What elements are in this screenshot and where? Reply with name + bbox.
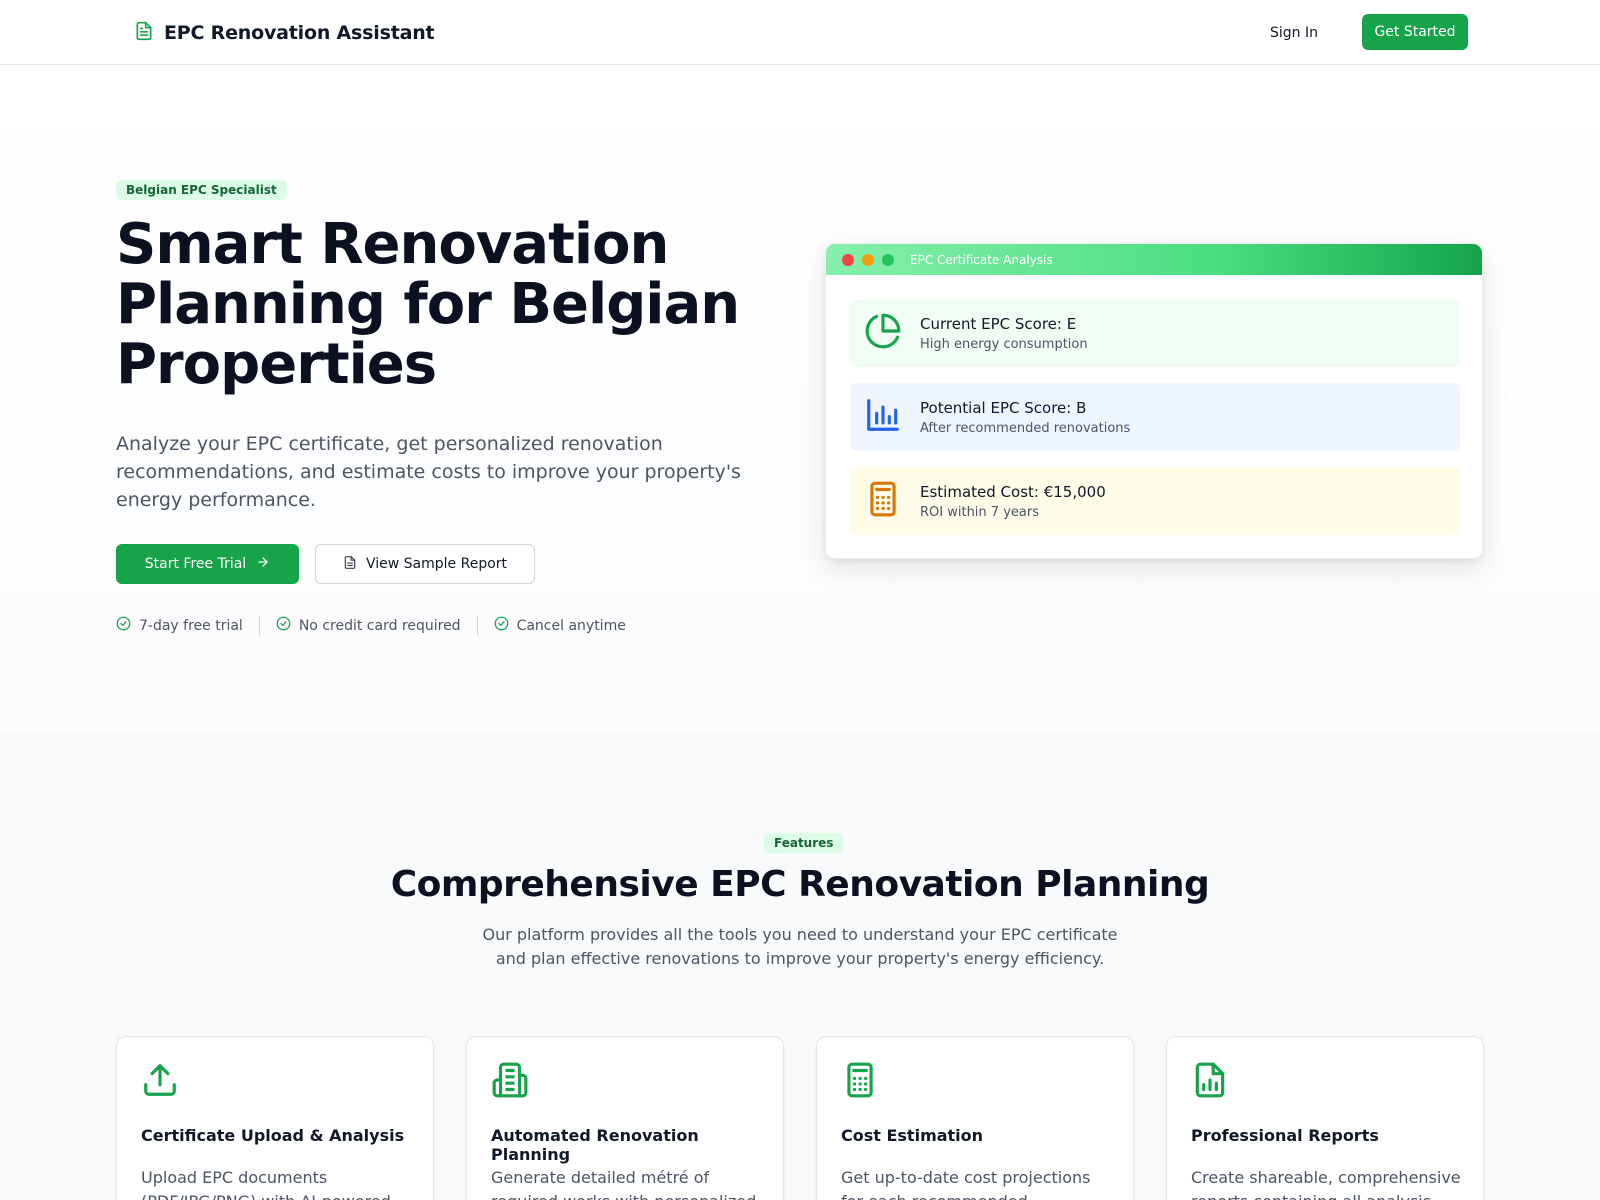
trial-benefits: 7-day free trial No credit card required… (116, 616, 642, 635)
report-icon (1191, 1061, 1229, 1103)
feature-title: Certificate Upload & Analysis (141, 1126, 405, 1145)
feature-card-upload[interactable]: Certificate Upload & Analysis Upload EPC… (116, 1036, 434, 1200)
view-sample-report-label: View Sample Report (365, 556, 508, 572)
benefit-item: Cancel anytime (476, 616, 642, 635)
feature-title: Professional Reports (1191, 1126, 1379, 1145)
start-free-trial-button[interactable]: Start Free Trial (116, 544, 299, 584)
benefit-item: No credit card required (258, 616, 477, 635)
bar-chart-icon (864, 396, 902, 438)
get-started-button[interactable]: Get Started (1362, 14, 1468, 50)
hero-section: Belgian EPC Specialist Smart Renovation … (0, 65, 1600, 732)
features-title: Comprehensive EPC Renovation Planning (390, 864, 1210, 905)
row-text: Estimated Cost: €15,000 ROI within 7 yea… (920, 483, 1106, 520)
pie-chart-icon (864, 312, 902, 354)
row-subtitle: After recommended renovations (920, 420, 1131, 436)
row-text: Current EPC Score: E High energy consump… (920, 315, 1088, 352)
document-icon (134, 19, 154, 47)
building-icon (491, 1061, 529, 1103)
hero-title: Smart Renovation Planning for Belgian Pr… (116, 212, 740, 397)
brand-title: EPC Renovation Assistant (164, 22, 435, 44)
feature-description: Upload EPC documents (PDF/JPG/PNG) with … (141, 1168, 391, 1200)
arrow-right-icon (256, 555, 270, 573)
window-dot-red (842, 253, 854, 266)
features-subtitle: Our platform provides all the tools you … (482, 925, 1118, 968)
upload-icon (141, 1061, 179, 1103)
benefit-label: Cancel anytime (516, 617, 626, 634)
check-circle-icon (116, 616, 131, 635)
feature-title: Automated Renovation Planning (491, 1126, 699, 1164)
estimated-cost-row: Estimated Cost: €15,000 ROI within 7 yea… (850, 467, 1460, 535)
current-score-row: Current EPC Score: E High energy consump… (850, 299, 1460, 367)
check-circle-icon (276, 616, 291, 635)
sign-in-button[interactable]: Sign In (1270, 21, 1318, 45)
feature-description: Get up-to-date cost projections for each… (841, 1168, 1091, 1200)
row-subtitle: ROI within 7 years (920, 504, 1039, 520)
window-dot-yellow (862, 253, 874, 266)
calculator-icon (841, 1061, 879, 1103)
feature-card-planning[interactable]: Automated Renovation Planning Generate d… (466, 1036, 784, 1200)
row-title: Estimated Cost: €15,000 (920, 482, 1106, 501)
benefit-label: No credit card required (298, 617, 461, 634)
card-title: EPC Certificate Analysis (910, 252, 1053, 267)
features-badge: Features (764, 833, 844, 853)
feature-card-reports[interactable]: Professional Reports Create shareable, c… (1166, 1036, 1484, 1200)
calculator-icon (864, 480, 902, 522)
row-text: Potential EPC Score: B After recommended… (920, 399, 1130, 436)
view-sample-report-button[interactable]: View Sample Report (315, 544, 535, 584)
epc-analysis-card: EPC Certificate Analysis Current EPC Sco… (825, 243, 1483, 559)
benefit-item: 7-day free trial (116, 616, 259, 635)
brand[interactable]: EPC Renovation Assistant (134, 19, 435, 47)
hero-badge: Belgian EPC Specialist (116, 180, 287, 200)
window-dot-green (882, 253, 894, 266)
file-text-icon (343, 555, 357, 574)
row-title: Current EPC Score: E (920, 314, 1077, 333)
row-subtitle: High energy consumption (920, 336, 1088, 352)
feature-title: Cost Estimation (841, 1126, 984, 1145)
check-circle-icon (494, 616, 509, 635)
start-free-trial-label: Start Free Trial (144, 556, 247, 572)
row-title: Potential EPC Score: B (920, 398, 1087, 417)
feature-card-cost[interactable]: Cost Estimation Get up-to-date cost proj… (816, 1036, 1134, 1200)
features-section: Features Comprehensive EPC Renovation Pl… (0, 732, 1600, 1200)
benefit-label: 7-day free trial (139, 617, 243, 634)
feature-description: Generate detailed métré of required work… (491, 1168, 756, 1200)
card-header: EPC Certificate Analysis (826, 244, 1482, 275)
hero-subtitle: Analyze your EPC certificate, get person… (116, 433, 741, 511)
feature-description: Create shareable, comprehensive reports … (1191, 1168, 1461, 1200)
top-navbar: EPC Renovation Assistant Sign In Get Sta… (0, 0, 1600, 65)
potential-score-row: Potential EPC Score: B After recommended… (850, 383, 1460, 451)
